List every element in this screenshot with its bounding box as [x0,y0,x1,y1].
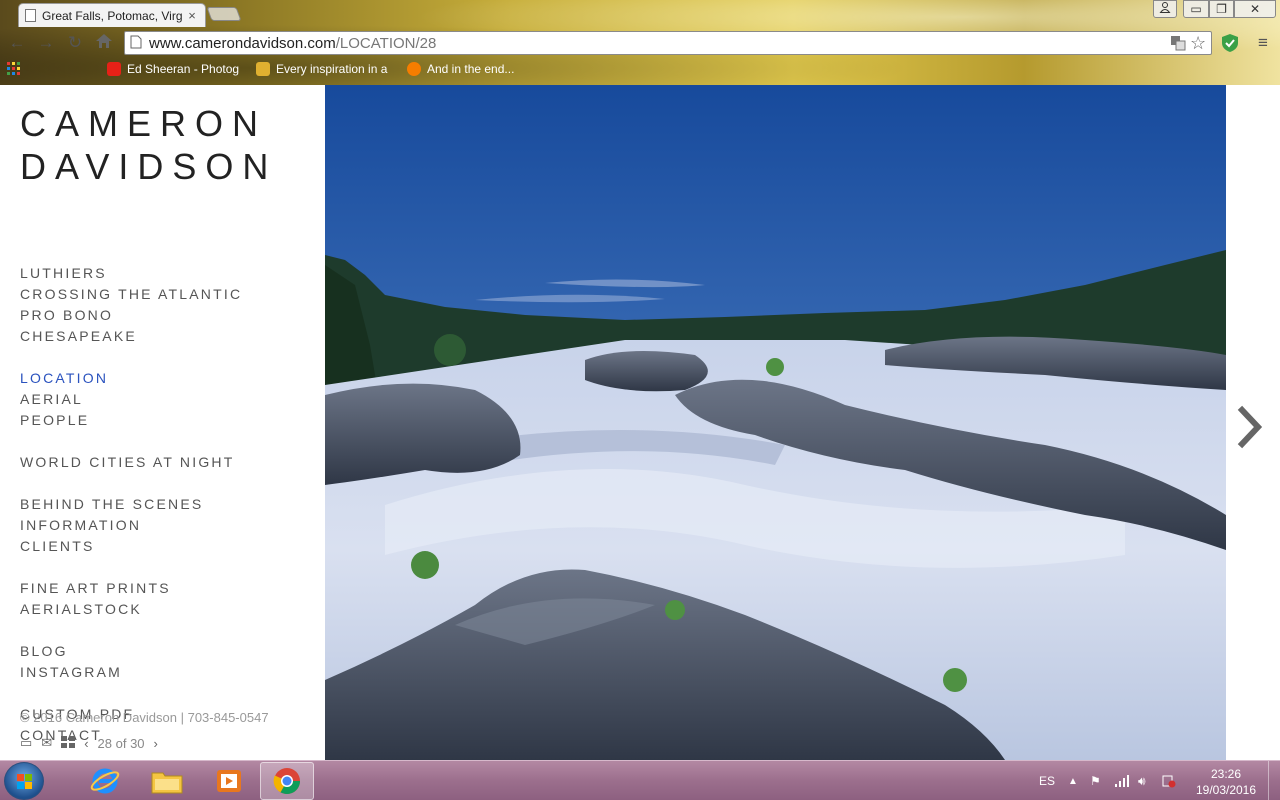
nav-item-people[interactable]: PEOPLE [20,410,242,431]
nav-item-crossing-the-atlantic[interactable]: CROSSING THE ATLANTIC [20,284,242,305]
close-window-icon[interactable]: ✕ [1234,0,1276,18]
bookmark-item[interactable]: Ed Sheeran - Photog [107,62,239,76]
nav-item-instagram[interactable]: INSTAGRAM [20,662,242,683]
language-indicator[interactable]: ES [1039,761,1055,800]
nav-item-luthiers[interactable]: LUTHIERS [20,263,242,284]
address-bar[interactable]: www.camerondavidson.com/LOCATION/28 ☆ [124,31,1212,55]
nav-item-fine-art-prints[interactable]: FINE ART PRINTS [20,578,242,599]
start-button[interactable] [4,762,44,800]
windows-taskbar: ES ▲ ⚑ 🔊︎ 23:26 19/03/2016 [0,760,1280,800]
copyright-note: © 2016 Cameron Davidson | 703-845-0547 [20,710,269,725]
page-info-icon[interactable] [130,35,142,53]
logo-line-2: DAVIDSON [20,146,278,187]
reload-icon[interactable]: ↻ [65,33,85,53]
gallery-photo[interactable] [325,85,1226,760]
next-image-icon[interactable]: › [154,736,158,751]
clock-date: 19/03/2016 [1195,783,1257,797]
bookmark-item[interactable]: And in the end... [407,62,514,76]
nav-item-pro-bono[interactable]: PRO BONO [20,305,242,326]
bookmarks-bar: Ed Sheeran - Photog Every inspiration in… [0,59,1280,81]
translate-icon[interactable] [1170,35,1186,55]
nav-item-behind-the-scenes[interactable]: BEHIND THE SCENES [20,494,242,515]
menu-icon[interactable]: ≡ [1253,33,1273,53]
url-host: www.camerondavidson.com [149,34,336,52]
previous-image-icon[interactable]: ‹ [84,736,88,751]
forward-icon[interactable]: → [36,33,56,53]
nav-item-location[interactable]: LOCATION [20,368,242,389]
nav-item-aerial[interactable]: AERIAL [20,389,242,410]
next-photo-chevron-right-icon[interactable] [1233,400,1269,454]
bookmark-favicon-icon [256,62,270,76]
browser-tab[interactable]: Great Falls, Potomac, Virg × [18,3,206,27]
media-player-icon[interactable] [202,762,256,800]
site-logo[interactable]: CAMERON DAVIDSON [20,102,277,188]
email-icon[interactable]: ✉ [41,735,52,751]
nav-item-world-cities-at-night[interactable]: WORLD CITIES AT NIGHT [20,452,242,473]
taskbar-clock[interactable]: 23:26 19/03/2016 [1190,766,1262,798]
volume-icon[interactable]: 🔊︎ [1138,761,1146,800]
browser-toolbar: ← → ↻ www.camerondavidson.com/LOCATION/2… [0,29,1280,57]
apps-icon[interactable] [7,62,21,76]
image-pager: ▭ ✉ ‹ 28 of 30 › [20,735,167,751]
tab-close-icon[interactable]: × [185,8,199,23]
site-sidebar: CAMERON DAVIDSON LUTHIERS CROSSING THE A… [0,85,325,760]
browser-chrome: Great Falls, Potomac, Virg × ▭ ❐ ✕ ← → ↻… [0,0,1280,85]
internet-explorer-icon[interactable] [78,762,132,800]
nav-item-clients[interactable]: CLIENTS [20,536,242,557]
back-icon[interactable]: ← [7,33,27,53]
user-profile-icon[interactable] [1153,0,1177,18]
fullscreen-icon[interactable]: ▭ [20,735,32,751]
show-desktop-button[interactable] [1268,761,1280,800]
bookmark-item[interactable]: Every inspiration in a [256,62,387,76]
show-hidden-icons-icon[interactable]: ▲ [1068,761,1078,800]
power-alert-icon[interactable] [1162,761,1176,800]
new-tab-button[interactable] [206,7,242,21]
maximize-icon[interactable]: ❐ [1209,0,1234,18]
pager-count: 28 of 30 [97,735,145,751]
url-path: /LOCATION/28 [335,34,437,52]
chrome-icon[interactable] [260,762,314,800]
thumbnails-grid-icon[interactable] [61,735,76,751]
file-explorer-icon[interactable] [140,762,194,800]
youtube-icon [107,62,121,76]
home-icon[interactable] [94,33,114,53]
page-icon [25,9,36,22]
clock-time: 23:26 [1210,767,1242,781]
blogger-icon [407,62,421,76]
minimize-icon[interactable]: ▭ [1183,0,1209,18]
network-signal-icon[interactable] [1114,761,1130,800]
gallery-nav: LUTHIERS CROSSING THE ATLANTIC PRO BONO … [20,263,242,746]
nav-item-chesapeake[interactable]: CHESAPEAKE [20,326,242,347]
logo-line-1: CAMERON [20,103,268,144]
nav-item-blog[interactable]: BLOG [20,641,242,662]
nav-item-aerialstock[interactable]: AERIALSTOCK [20,599,242,620]
nav-item-information[interactable]: INFORMATION [20,515,242,536]
bookmark-star-icon[interactable]: ☆ [1190,33,1206,54]
great-falls-photo [325,85,1226,760]
action-center-icon[interactable]: ⚑ [1090,761,1101,800]
adblock-shield-icon[interactable] [1220,33,1240,53]
tab-title: Great Falls, Potomac, Virg [42,8,183,23]
windows-logo-icon [17,774,32,789]
